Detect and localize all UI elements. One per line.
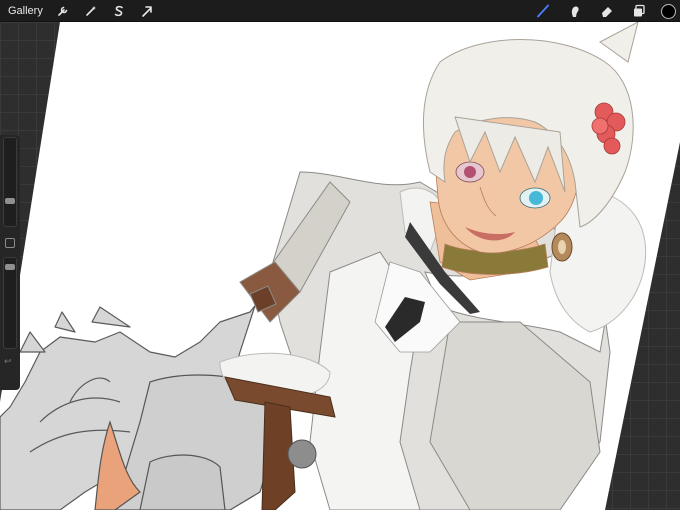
gallery-button[interactable]: Gallery	[0, 5, 49, 17]
brush-size-thumb[interactable]	[5, 198, 15, 204]
left-sidebar: ↩	[0, 135, 20, 390]
top-toolbar: Gallery	[0, 0, 680, 22]
smudge-icon[interactable]	[568, 4, 582, 18]
layers-icon[interactable]	[632, 4, 646, 18]
brush-size-slider[interactable]	[3, 137, 17, 227]
actions-wrench-icon[interactable]	[56, 4, 70, 18]
modify-button[interactable]	[5, 238, 15, 248]
opacity-thumb[interactable]	[5, 264, 15, 270]
selection-s-icon[interactable]	[112, 4, 126, 18]
earring	[551, 232, 573, 262]
eraser-icon[interactable]	[600, 4, 614, 18]
adjustments-magic-wand-icon[interactable]	[84, 4, 98, 18]
brush-icon[interactable]	[536, 4, 550, 18]
canvas-workspace[interactable]	[0, 22, 680, 510]
undo-arrow-icon[interactable]: ↩	[4, 356, 16, 366]
color-picker-swatch[interactable]	[661, 3, 676, 19]
right-tool-group	[527, 0, 676, 22]
transform-arrow-icon[interactable]	[140, 4, 154, 18]
artwork-canvas[interactable]	[0, 22, 680, 510]
opacity-slider[interactable]	[3, 257, 17, 349]
